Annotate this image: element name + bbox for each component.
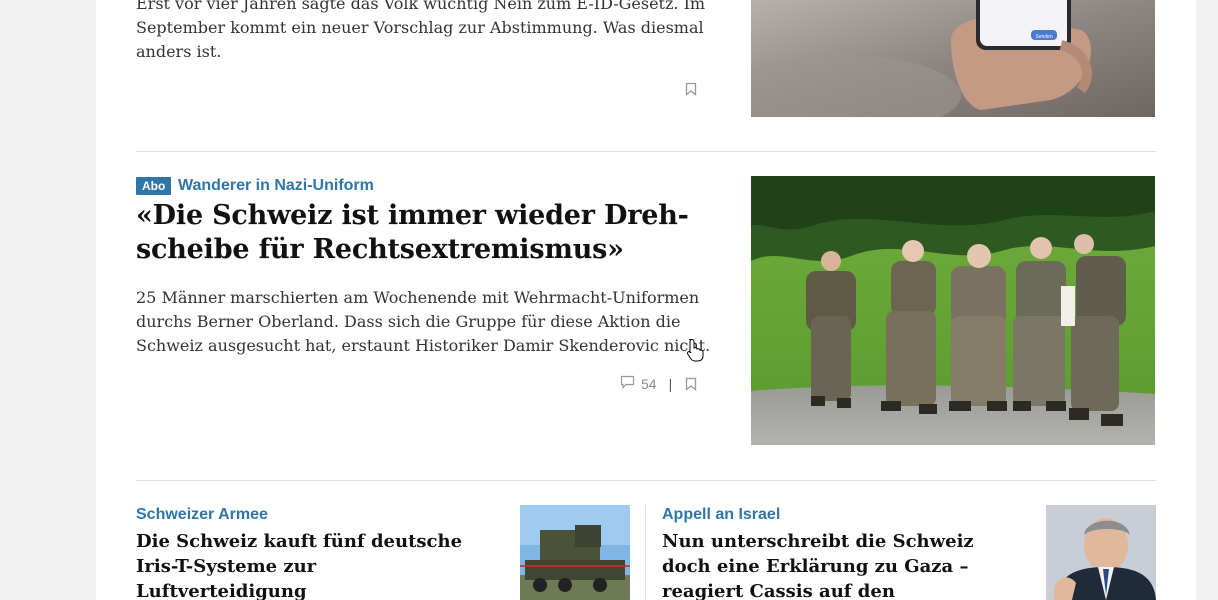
comment-icon[interactable] [620,375,635,392]
article-teaser[interactable]: 25 Männer marschierten am Wochenende mit… [136,286,716,358]
article-kicker[interactable]: Appell an Israel [662,505,780,525]
article-image-phone[interactable]: Senden [751,0,1155,117]
article-title[interactable]: Die Schweiz kauft fünf deutsche Iris-T-S… [136,529,486,600]
divider [136,480,1156,481]
bookmark-icon[interactable] [685,377,697,391]
divider [136,151,1156,152]
phone-button-label: Senden [1035,34,1052,40]
article-image-air-defense[interactable] [520,505,630,600]
abo-badge: Abo [136,177,172,195]
article-image-portrait[interactable] [1046,505,1156,600]
bookmark-icon[interactable] [685,82,697,96]
article-title[interactable]: Nun unterschreibt die Schweiz doch eine … [662,529,1012,600]
article-kicker[interactable]: Wanderer in Nazi-Uniform [178,176,374,196]
news-feed: Erst vor vier Jahren sagte das Volk wuch… [96,0,1196,600]
column-divider [645,505,646,600]
article-teaser[interactable]: Erst vor vier Jahren sagte das Volk wuch… [136,0,716,64]
comment-count[interactable]: 54 [641,376,657,392]
meta-separator: | [668,375,673,392]
article-meta: 54 | [620,375,672,392]
article-image-marching[interactable] [751,176,1155,445]
article-kicker[interactable]: Schweizer Armee [136,505,268,525]
hand-cursor-icon [686,338,706,366]
article-title[interactable]: «Die Schweiz ist immer wieder Dreh­schei… [136,199,696,267]
